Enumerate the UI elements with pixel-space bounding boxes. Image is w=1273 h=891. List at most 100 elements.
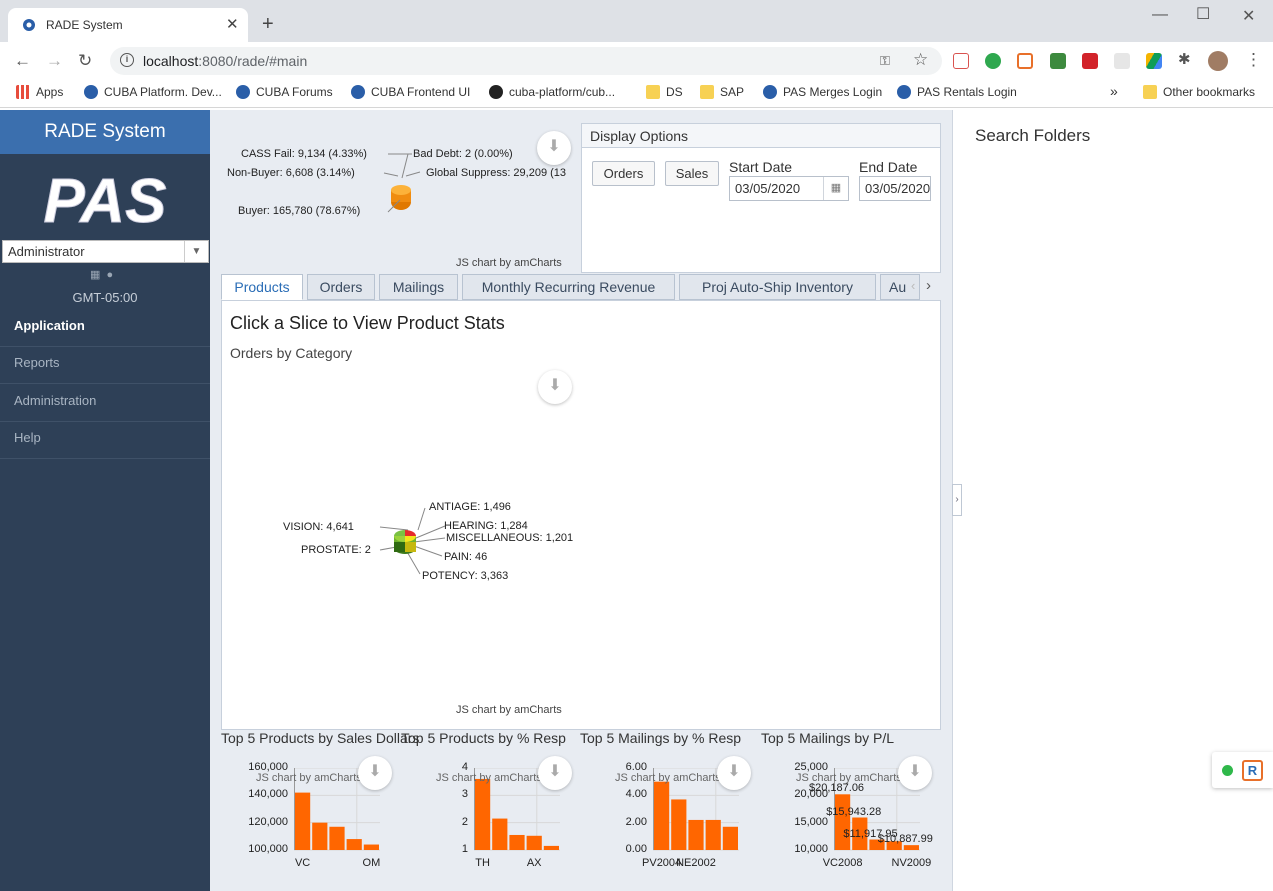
- bar[interactable]: [363, 844, 379, 850]
- bookmark-pas-merges[interactable]: PAS Merges Login: [763, 85, 882, 99]
- google-drive-icon[interactable]: [1146, 53, 1162, 69]
- bar[interactable]: [509, 834, 525, 850]
- panel-toggle-icon[interactable]: ›: [952, 484, 962, 516]
- download-icon[interactable]: ⬇: [358, 756, 392, 790]
- bookmark-cuba-frontend[interactable]: CUBA Frontend UI: [351, 85, 470, 99]
- profile-avatar[interactable]: [1208, 51, 1228, 71]
- start-date-field[interactable]: 03/05/2020 ▦: [729, 176, 849, 201]
- tab-scroll-left-icon[interactable]: ‹: [911, 278, 915, 293]
- bar[interactable]: [492, 818, 508, 850]
- browser-tab-strip: RADE System ✕ + — ☐ ✕: [0, 0, 1273, 42]
- download-icon[interactable]: ⬇: [717, 756, 751, 790]
- bar[interactable]: [722, 826, 738, 850]
- user-icon[interactable]: ●: [107, 269, 114, 281]
- mini-chart-title-mailing-resp: Top 5 Mailings by % Resp: [580, 730, 742, 746]
- orders-button[interactable]: Orders: [592, 161, 655, 186]
- tab-orders[interactable]: Orders: [307, 274, 375, 300]
- pie-label-non-buyer: Non-Buyer: 6,608 (3.14%): [227, 167, 355, 179]
- menu-item-reports[interactable]: Reports: [0, 347, 210, 384]
- cuba-icon: [351, 85, 365, 99]
- bookmark-cuba-forums[interactable]: CUBA Forums: [236, 85, 333, 99]
- tab-products[interactable]: Products: [221, 274, 303, 300]
- bookmark-star-icon[interactable]: ☆: [913, 50, 928, 70]
- mini-chart-title-product-resp: Top 5 Products by % Resp: [401, 730, 566, 746]
- extension-r-icon[interactable]: [1017, 53, 1033, 69]
- bookmark-pas-rentals[interactable]: PAS Rentals Login: [897, 85, 1017, 99]
- pie-slice-hearing[interactable]: [405, 530, 416, 536]
- bar[interactable]: [671, 799, 687, 850]
- key-icon[interactable]: ⚿: [880, 53, 890, 69]
- end-date-value: 03/05/2020: [865, 181, 931, 196]
- amcharts-credit[interactable]: JS chart by amCharts: [456, 257, 562, 269]
- amcharts-credit[interactable]: JS chart by amCharts: [456, 704, 562, 716]
- data-label: $20,187.06: [809, 782, 865, 795]
- site-info-icon[interactable]: i: [120, 53, 134, 67]
- download-icon[interactable]: ⬇: [538, 370, 572, 404]
- menu-item-help[interactable]: Help: [0, 422, 210, 459]
- bar[interactable]: [346, 839, 362, 850]
- bar[interactable]: [475, 778, 491, 850]
- amcharts-credit[interactable]: JS chart by amCharts: [615, 772, 721, 784]
- bar[interactable]: [903, 845, 919, 850]
- reload-icon[interactable]: ↻: [78, 51, 92, 71]
- close-window-icon[interactable]: ✕: [1242, 6, 1255, 26]
- folder-icon: [1143, 85, 1157, 99]
- bar[interactable]: [312, 822, 328, 850]
- more-bookmarks-icon[interactable]: »: [1110, 83, 1118, 99]
- address-bar[interactable]: i localhost:8080/rade/#main ⚿ ☆: [110, 47, 942, 75]
- maximize-icon[interactable]: ☐: [1196, 4, 1210, 24]
- amcharts-credit[interactable]: JS chart by amCharts: [436, 772, 542, 784]
- download-icon[interactable]: ⬇: [898, 756, 932, 790]
- tab-mailings[interactable]: Mailings: [379, 274, 458, 300]
- extensions-puzzle-icon[interactable]: ✱: [1178, 52, 1194, 69]
- bookmark-cuba-platform[interactable]: CUBA Platform. Dev...: [84, 85, 222, 99]
- back-icon[interactable]: ←: [14, 51, 31, 71]
- folder-icon: [700, 85, 714, 99]
- download-icon[interactable]: ⬇: [537, 131, 571, 165]
- extension-cast-icon[interactable]: [953, 53, 969, 69]
- browser-tab[interactable]: RADE System ✕: [8, 8, 248, 42]
- display-options-title: Display Options: [582, 124, 940, 148]
- pie-slice-antiage[interactable]: [394, 530, 405, 536]
- end-date-field[interactable]: 03/05/2020: [859, 176, 931, 201]
- tab-monthly-recurring-revenue[interactable]: Monthly Recurring Revenue: [462, 274, 675, 300]
- menu-item-administration[interactable]: Administration: [0, 385, 210, 422]
- bar[interactable]: [295, 792, 311, 850]
- search-folders-title: Search Folders: [975, 126, 1091, 145]
- pie-label-buyer: Buyer: 165,780 (78.67%): [238, 205, 361, 217]
- tab-proj-auto-ship-inventory[interactable]: Proj Auto-Ship Inventory: [679, 274, 876, 300]
- extension-sheet-icon[interactable]: [1050, 53, 1066, 69]
- bookmark-apps[interactable]: Apps: [16, 85, 63, 99]
- forward-icon[interactable]: →: [46, 51, 63, 71]
- start-date-value: 03/05/2020: [735, 181, 801, 196]
- minimize-icon[interactable]: —: [1152, 6, 1168, 24]
- tab-scroll-right-icon[interactable]: ›: [926, 277, 931, 294]
- extension-green-icon[interactable]: [985, 53, 1001, 69]
- amcharts-credit[interactable]: JS chart by amCharts: [796, 772, 902, 784]
- bar[interactable]: [543, 845, 559, 850]
- user-role-select[interactable]: Administrator ▼: [2, 240, 209, 263]
- extension-grid-icon[interactable]: [1114, 53, 1130, 69]
- bar[interactable]: [526, 835, 542, 850]
- new-tab-icon[interactable]: +: [262, 14, 274, 34]
- bar[interactable]: [705, 819, 721, 850]
- end-date-label: End Date: [859, 159, 918, 175]
- calendar-icon[interactable]: ▦: [823, 177, 848, 200]
- other-bookmarks[interactable]: Other bookmarks: [1143, 85, 1255, 99]
- bar[interactable]: [654, 781, 670, 850]
- download-icon[interactable]: ⬇: [538, 756, 572, 790]
- menu-item-application[interactable]: Application: [0, 310, 210, 347]
- browser-menu-icon[interactable]: ⋮: [1245, 50, 1262, 70]
- bookmark-github[interactable]: cuba-platform/cub...: [489, 85, 615, 99]
- bar[interactable]: [688, 819, 704, 850]
- amcharts-credit[interactable]: JS chart by amCharts: [256, 772, 362, 784]
- bar[interactable]: [835, 794, 851, 850]
- floating-widget[interactable]: R: [1212, 752, 1273, 788]
- bar[interactable]: [329, 826, 345, 850]
- grid-icon[interactable]: ▦: [90, 269, 100, 281]
- bookmark-folder-sap[interactable]: SAP: [700, 85, 744, 99]
- bookmark-folder-ds[interactable]: DS: [646, 85, 683, 99]
- extension-pdf-icon[interactable]: [1082, 53, 1098, 69]
- close-tab-icon[interactable]: ✕: [226, 15, 239, 33]
- sales-button[interactable]: Sales: [665, 161, 719, 186]
